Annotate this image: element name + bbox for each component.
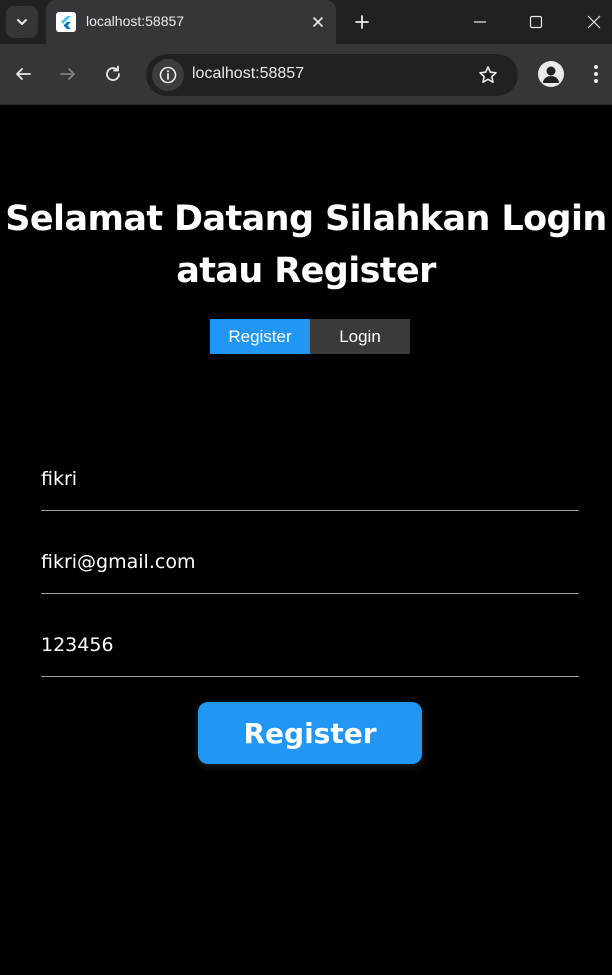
page-title-line2: atau Register <box>176 251 436 291</box>
url-text: localhost:58857 <box>192 65 305 82</box>
tab-title: localhost:58857 <box>86 13 185 29</box>
arrow-right-icon[interactable] <box>54 60 82 88</box>
page-content: Selamat Datang Silahkan Login atau Regis… <box>0 105 612 975</box>
browser-toolbar: localhost:58857 <box>0 44 612 105</box>
register-button[interactable]: Register <box>198 702 422 764</box>
reload-icon[interactable] <box>99 60 127 88</box>
name-field <box>41 451 579 511</box>
email-input[interactable] <box>41 551 579 573</box>
browser-tab-strip: localhost:58857 <box>0 0 612 44</box>
name-input[interactable] <box>41 468 579 490</box>
plus-icon[interactable] <box>350 10 374 34</box>
more-vertical-icon[interactable] <box>586 62 606 86</box>
password-field <box>41 617 579 677</box>
info-icon[interactable] <box>152 59 184 91</box>
auth-mode-toggle: Register Login <box>210 319 410 354</box>
window-close-icon[interactable] <box>582 10 606 34</box>
flutter-icon <box>56 12 76 32</box>
star-icon[interactable] <box>476 63 500 87</box>
arrow-left-icon[interactable] <box>9 60 37 88</box>
login-tab[interactable]: Login <box>310 319 410 354</box>
page-title-line1: Selamat Datang Silahkan Login <box>5 199 607 239</box>
chevron-down-icon <box>17 19 27 25</box>
email-field <box>41 534 579 594</box>
close-icon[interactable] <box>308 12 328 32</box>
maximize-icon[interactable] <box>524 10 548 34</box>
browser-tab[interactable]: localhost:58857 <box>46 0 336 44</box>
tab-search-button[interactable] <box>6 6 38 38</box>
address-bar[interactable]: localhost:58857 <box>146 54 518 96</box>
page-title: Selamat Datang Silahkan Login atau Regis… <box>0 193 612 297</box>
register-tab[interactable]: Register <box>210 319 310 354</box>
password-input[interactable] <box>41 634 579 656</box>
person-icon[interactable] <box>538 61 564 87</box>
minimize-icon[interactable] <box>468 10 492 34</box>
